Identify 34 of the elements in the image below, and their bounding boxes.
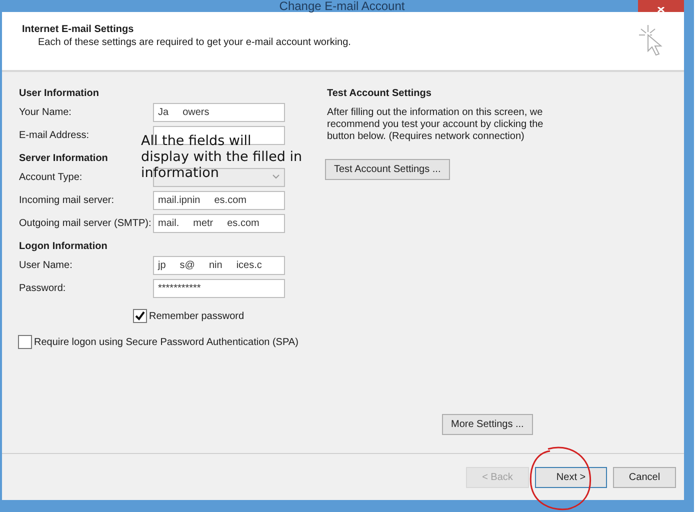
input-field[interactable]: mail. metr es.com	[153, 214, 285, 233]
annotation-text: All the fields will	[141, 133, 252, 149]
checkbox-label: Require logon using Secure Password Authentication (SPA)	[34, 336, 298, 348]
section-heading: User Information	[19, 88, 100, 99]
dialog-button[interactable]: Next >	[535, 466, 607, 488]
annotation-text: information	[141, 165, 219, 181]
input-field[interactable]: jp s@ nin ices.c	[153, 256, 285, 275]
dialog-button[interactable]: Cancel	[613, 466, 676, 488]
checkbox[interactable]	[18, 335, 32, 349]
field-label: Your Name:	[19, 107, 72, 118]
annotation-text: display with the filled in	[141, 149, 302, 165]
field-label: Password:	[19, 283, 66, 294]
description-text: After filling out the information on this screen, we recommend you test your account by clicking the button below. (Requires network connection)	[327, 107, 544, 143]
input-field[interactable]: ***********	[153, 279, 285, 298]
field-label: Account Type:	[19, 172, 82, 183]
input-field[interactable]: mail.ipnin es.com	[153, 191, 285, 210]
test-account-button[interactable]: Test Account Settings ...	[325, 159, 450, 180]
close-button[interactable]	[638, 0, 684, 12]
chevron-icon	[272, 174, 280, 180]
header-title: Internet E-mail Settings	[22, 24, 135, 35]
field-label: Incoming mail server:	[19, 195, 114, 206]
header-subtitle: Each of these settings are required to get your e-mail account working.	[37, 37, 351, 48]
field-label: User Name:	[19, 260, 72, 271]
more-settings-button[interactable]: More Settings ...	[442, 414, 533, 435]
window-title: Change E-mail Account	[279, 0, 405, 12]
field-label: Outgoing mail server (SMTP):	[19, 218, 152, 229]
section-heading: Server Information	[19, 153, 108, 164]
section-heading: Logon Information	[19, 241, 108, 252]
checkmark-icon	[135, 311, 145, 321]
checkbox[interactable]	[133, 309, 147, 323]
checkbox-label: Remember password	[149, 310, 244, 322]
input-field[interactable]: Ja owers	[153, 103, 285, 122]
field-label: E-mail Address:	[19, 130, 90, 141]
section-heading: Test Account Settings	[327, 88, 432, 99]
